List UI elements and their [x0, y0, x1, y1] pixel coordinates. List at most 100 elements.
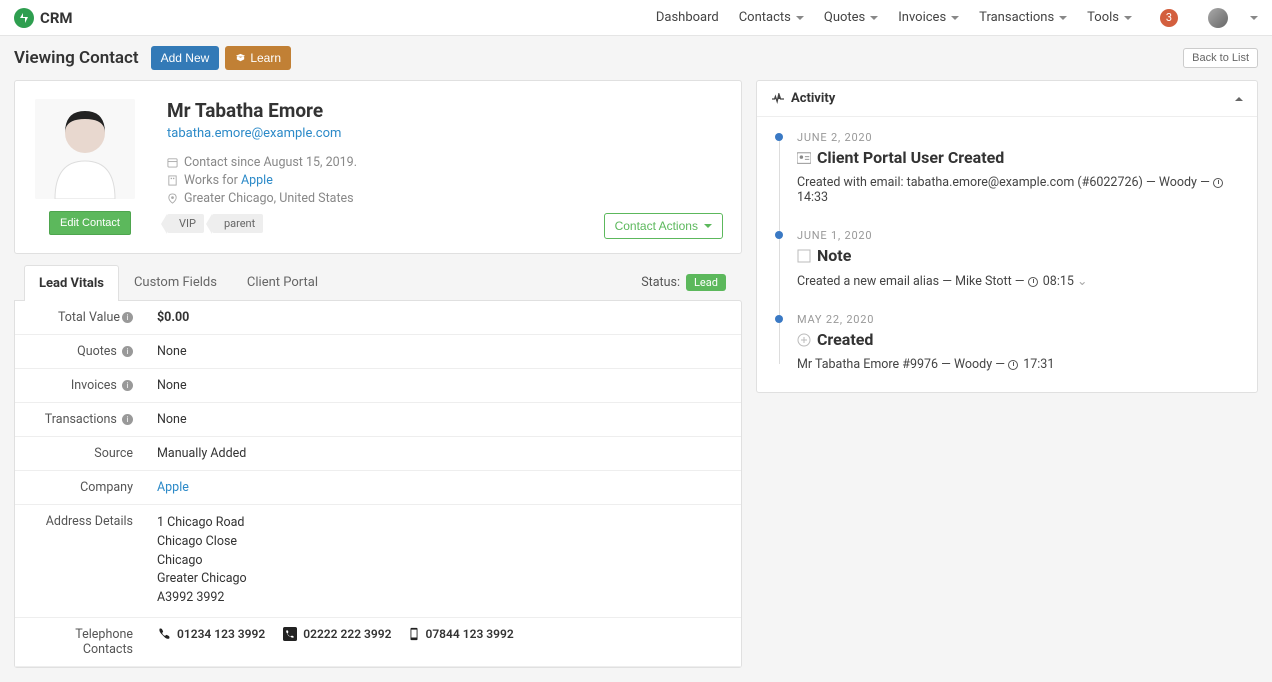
notification-badge[interactable]: 3 — [1160, 9, 1178, 27]
activity-date: JUNE 1, 2020 — [797, 229, 1243, 242]
nav-quotes-label: Quotes — [824, 10, 865, 25]
top-nav: CRM Dashboard Contacts Quotes Invoices T… — [0, 0, 1272, 36]
calendar-icon — [167, 157, 178, 168]
timeline-dot-icon — [775, 315, 783, 323]
row-invoices: Invoices i None — [15, 369, 741, 403]
addr-line: Chicago — [157, 552, 729, 571]
row-quotes: Quotes i None — [15, 335, 741, 369]
contact-works-for: Works for Apple — [167, 173, 357, 188]
works-company-link[interactable]: Apple — [241, 173, 273, 188]
nav-quotes[interactable]: Quotes — [824, 10, 878, 25]
top-menu: Dashboard Contacts Quotes Invoices Trans… — [656, 8, 1258, 28]
activity-time: 14:33 — [797, 190, 828, 205]
company-link[interactable]: Apple — [157, 480, 189, 495]
value: Manually Added — [145, 437, 741, 471]
activity-item: JUNE 2, 2020 Client Portal User Created … — [797, 131, 1243, 205]
timeline-dot-icon — [775, 231, 783, 239]
expand-icon[interactable]: ⌄ — [1077, 274, 1087, 289]
nav-dashboard-label: Dashboard — [656, 10, 719, 25]
label: Transactions — [45, 412, 117, 427]
activity-date: JUNE 2, 2020 — [797, 131, 1243, 144]
phone-mobile: 07844 123 3992 — [409, 627, 513, 641]
contact-actions-button[interactable]: Contact Actions — [604, 213, 723, 239]
user-avatar[interactable] — [1208, 8, 1228, 28]
phone-home: 01234 123 3992 — [157, 627, 265, 641]
timeline-dot-icon — [775, 133, 783, 141]
info-icon[interactable]: i — [122, 312, 133, 323]
edit-contact-button[interactable]: Edit Contact — [49, 211, 131, 235]
tab-lead-vitals[interactable]: Lead Vitals — [24, 265, 119, 301]
nav-invoices[interactable]: Invoices — [898, 10, 959, 25]
row-total-value: Total Valuei $0.00 — [15, 301, 741, 335]
activity-item: JUNE 1, 2020 Note Created a new email al… — [797, 229, 1243, 289]
info-icon[interactable]: i — [122, 414, 133, 425]
contact-actions-label: Contact Actions — [615, 219, 698, 233]
label: Invoices — [71, 378, 117, 393]
tag-vip[interactable]: VIP — [167, 214, 204, 233]
plus-circle-icon — [797, 333, 811, 347]
since-prefix: Contact since — [184, 155, 263, 170]
contact-name: Mr Tabatha Emore — [167, 99, 357, 122]
addr-line: A3992 3992 — [157, 589, 729, 608]
chevron-down-icon — [796, 16, 804, 20]
activity-body-text: Mr Tabatha Emore #9976 — Woody — — [797, 357, 1008, 372]
chevron-down-icon — [951, 16, 959, 20]
value: None — [145, 369, 741, 403]
mobile-icon — [409, 627, 419, 641]
brand-logo-icon — [14, 8, 34, 28]
chevron-down-icon — [870, 16, 878, 20]
id-card-icon — [797, 151, 811, 165]
status-label: Status: — [641, 275, 680, 290]
phone-work: 02222 222 3992 — [283, 627, 391, 641]
tab-custom-fields[interactable]: Custom Fields — [119, 264, 232, 300]
note-icon — [797, 249, 811, 263]
learn-button[interactable]: Learn — [225, 46, 291, 70]
info-icon[interactable]: i — [122, 346, 133, 357]
lead-vitals-panel: Lead Vitals Custom Fields Client Portal … — [14, 264, 742, 668]
chevron-down-icon — [704, 224, 712, 228]
label: Total Value — [58, 310, 120, 325]
activity-title-text: Client Portal User Created — [817, 148, 1004, 167]
addr-line: Chicago Close — [157, 533, 729, 552]
nav-transactions[interactable]: Transactions — [979, 10, 1067, 25]
brand[interactable]: CRM — [14, 8, 73, 28]
activity-date: MAY 22, 2020 — [797, 313, 1243, 326]
user-menu-caret-icon[interactable] — [1250, 16, 1258, 20]
clock-icon — [1008, 360, 1018, 370]
since-date: August 15, 2019. — [263, 155, 357, 170]
learn-label: Learn — [250, 51, 281, 65]
clock-icon — [1213, 178, 1223, 188]
activity-item: MAY 22, 2020 Created Mr Tabatha Emore #9… — [797, 313, 1243, 372]
contact-email[interactable]: tabatha.emore@example.com — [167, 126, 341, 141]
heartbeat-icon — [771, 93, 785, 105]
addr-line: 1 Chicago Road — [157, 514, 729, 533]
activity-title-text: Created — [817, 330, 873, 349]
activity-header[interactable]: Activity — [757, 81, 1257, 117]
clock-icon — [1028, 277, 1038, 287]
tag-parent[interactable]: parent — [212, 214, 263, 233]
activity-title-text: Note — [817, 246, 851, 265]
nav-invoices-label: Invoices — [898, 10, 946, 25]
value: None — [145, 403, 741, 437]
brand-name: CRM — [40, 9, 73, 27]
phone-icon — [157, 627, 171, 641]
value: None — [145, 335, 741, 369]
nav-tools[interactable]: Tools — [1087, 10, 1132, 25]
activity-panel: Activity JUNE 2, 2020 Client Portal User… — [756, 80, 1258, 393]
nav-dashboard[interactable]: Dashboard — [656, 10, 719, 25]
nav-contacts[interactable]: Contacts — [739, 10, 804, 25]
tab-client-portal[interactable]: Client Portal — [232, 264, 333, 300]
contact-card: Edit Contact Mr Tabatha Emore tabatha.em… — [14, 80, 742, 254]
learn-icon — [235, 53, 246, 64]
works-prefix: Works for — [184, 173, 241, 188]
activity-body-text: Created a new email alias — Mike Stott — — [797, 274, 1028, 289]
label: Source — [15, 437, 145, 471]
info-icon[interactable]: i — [122, 380, 133, 391]
back-to-list-button[interactable]: Back to List — [1183, 48, 1258, 68]
contact-photo — [35, 99, 135, 199]
contact-location: Greater Chicago, United States — [167, 191, 357, 206]
status-badge: Lead — [686, 274, 726, 291]
activity-time: 17:31 — [1023, 357, 1054, 372]
building-icon — [167, 175, 178, 186]
add-new-button[interactable]: Add New — [151, 46, 220, 70]
